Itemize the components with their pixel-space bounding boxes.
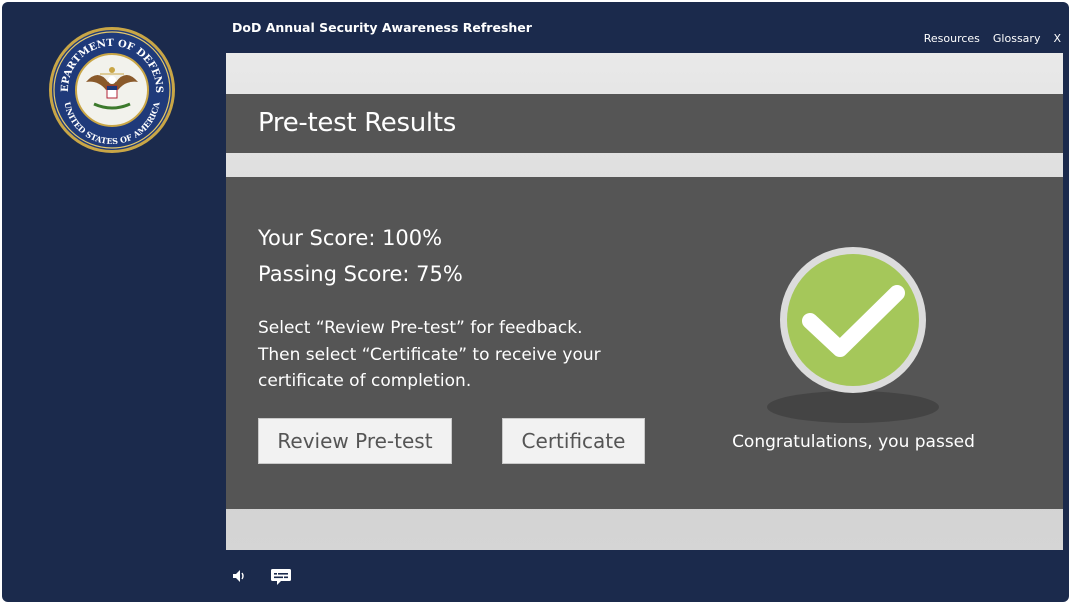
glossary-link[interactable]: Glossary bbox=[993, 32, 1041, 45]
top-nav: Resources Glossary X bbox=[924, 32, 1061, 45]
instructions: Select “Review Pre-test” for feedback. T… bbox=[258, 315, 638, 395]
checkmark-icon bbox=[764, 245, 942, 423]
instruction-line: Then select “Certificate” to receive you… bbox=[258, 344, 601, 365]
dod-seal-icon: DEPARTMENT OF DEFENSE UNITED STATES OF A… bbox=[42, 16, 178, 156]
resources-link[interactable]: Resources bbox=[924, 32, 980, 45]
title-bar: Pre-test Results bbox=[226, 94, 1063, 153]
your-score: Your Score: 100% bbox=[258, 226, 443, 250]
review-pretest-button[interactable]: Review Pre-test bbox=[258, 418, 452, 464]
captions-icon[interactable] bbox=[270, 568, 292, 590]
instruction-line: certificate of completion. bbox=[258, 371, 472, 391]
status-message: Congratulations, you passed bbox=[732, 432, 975, 452]
results-panel: Your Score: 100% Passing Score: 75% Sele… bbox=[226, 177, 1063, 509]
certificate-button[interactable]: Certificate bbox=[502, 418, 645, 464]
close-button[interactable]: X bbox=[1053, 32, 1061, 45]
course-title: DoD Annual Security Awareness Refresher bbox=[232, 20, 532, 35]
passing-score: Passing Score: 75% bbox=[258, 262, 463, 286]
instruction-line: Select “Review Pre-test” for feedback. bbox=[258, 318, 583, 338]
speaker-icon[interactable] bbox=[231, 568, 247, 588]
page-title: Pre-test Results bbox=[258, 108, 456, 138]
content-stage: Pre-test Results Your Score: 100% Passin… bbox=[226, 53, 1063, 550]
course-player-frame: DEPARTMENT OF DEFENSE UNITED STATES OF A… bbox=[2, 2, 1069, 602]
